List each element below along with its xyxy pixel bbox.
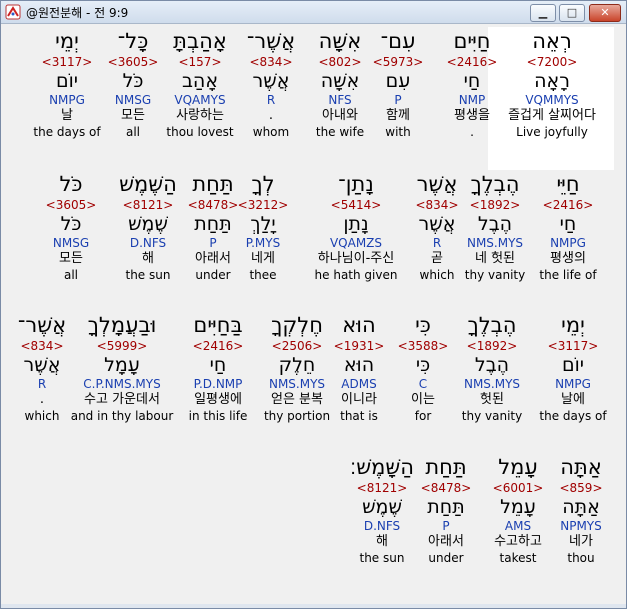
strong-number[interactable]: <3117>: [7, 55, 127, 70]
strong-number[interactable]: <834>: [0, 339, 102, 354]
korean-gloss: 해: [376, 534, 388, 549]
word-cell[interactable]: יְמֵי <3117> יוֹם NMPG 날 the days of: [7, 29, 127, 139]
interlinear-panel: רְאֵה <7200> רָאָה VQMMYS 즐겁게 살찌어다 Live joyfu…: [9, 27, 619, 602]
hebrew-word: אֲשֶׁר־: [17, 313, 67, 337]
strong-number[interactable]: <3605>: [11, 198, 131, 213]
korean-gloss: 모든: [59, 251, 83, 266]
morph-code: NMSG: [52, 236, 90, 250]
morph-code: D.NFS: [363, 519, 401, 533]
lexical-form: אֲשֶׁר: [23, 354, 61, 376]
lexical-form: שֶׁמֶשׁ: [362, 496, 402, 518]
maximize-icon: □: [566, 6, 578, 19]
maximize-button[interactable]: □: [559, 4, 585, 22]
hebrew-word: הַשָּׁמֶשׁ׃: [350, 455, 414, 479]
hebrew-word: יְמֵי: [55, 29, 79, 53]
minimize-button[interactable]: ▁: [530, 4, 556, 22]
morph-code: R: [37, 377, 47, 391]
english-gloss: the days of: [33, 125, 101, 139]
window-title: @원전분해 - 전 9:9: [26, 6, 129, 20]
word-cell[interactable]: אֲשֶׁר־ <834> אֲשֶׁר R. which: [0, 313, 102, 423]
lexical-form: יוֹם: [55, 70, 79, 92]
english-gloss: which: [24, 409, 60, 423]
lexical-form: כֹּל: [60, 213, 82, 235]
strong-number[interactable]: <8121>: [322, 481, 442, 496]
app-window: @원전분해 - 전 9:9 ▁ □ ✕ רְאֵה <7200> רָאָה VQMM…: [0, 0, 627, 609]
close-button[interactable]: ✕: [589, 4, 621, 22]
morph-code: NMPG: [49, 93, 85, 107]
close-icon: ✕: [600, 6, 610, 19]
app-icon[interactable]: [5, 4, 21, 20]
window-bottom-border: [1, 604, 626, 608]
word-cell[interactable]: הַשָּׁמֶשׁ׃ <8121> שֶׁמֶשׁ D.NFS 해 the sun: [322, 455, 442, 565]
english-gloss: the sun: [359, 551, 405, 565]
english-gloss: all: [63, 268, 79, 282]
korean-gloss: .: [39, 392, 45, 407]
title-bar[interactable]: @원전분해 - 전 9:9 ▁ □ ✕: [1, 1, 626, 24]
hebrew-word: כֹּל: [59, 172, 83, 196]
korean-gloss: 날: [61, 108, 73, 123]
word-cell[interactable]: כֹּל <3605> כֹּל NMSG 모든 all: [11, 172, 131, 282]
minimize-icon: ▁: [538, 6, 548, 19]
